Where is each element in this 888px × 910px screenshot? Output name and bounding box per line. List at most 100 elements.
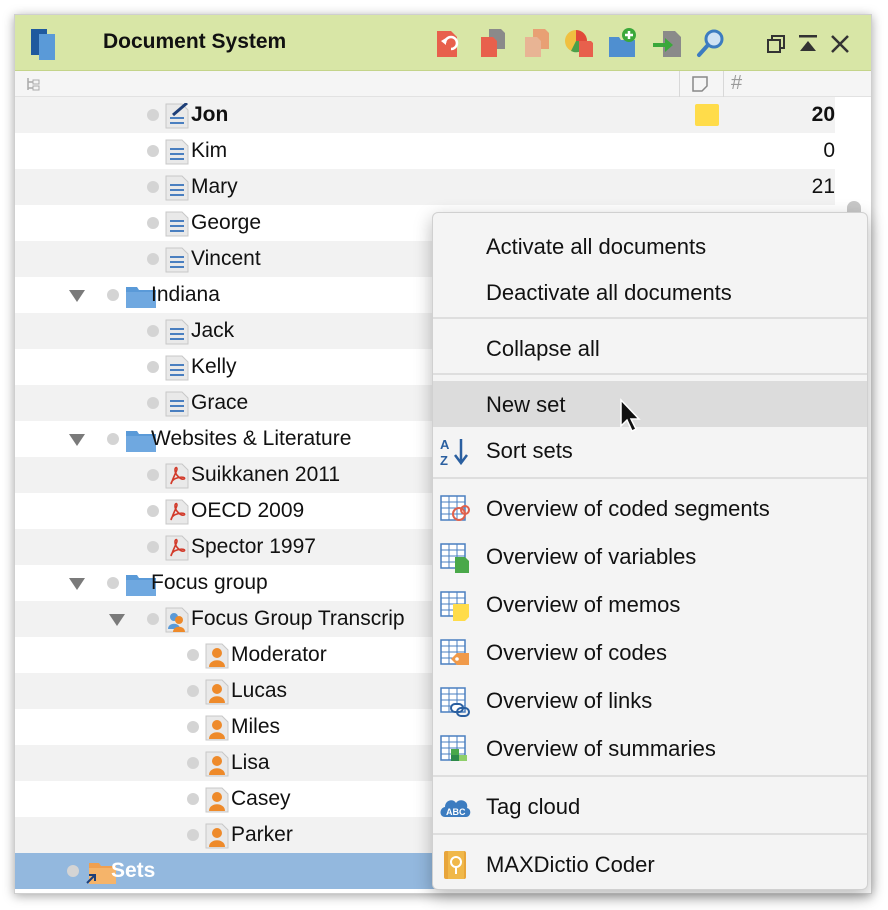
speaker-icon bbox=[205, 823, 229, 849]
tree-item-label: Spector 1997 bbox=[191, 535, 316, 558]
menu-item-label: Overview of links bbox=[486, 688, 653, 713]
tree-document-row[interactable]: Jon 20 bbox=[15, 97, 835, 133]
menu-item-label: New set bbox=[486, 392, 566, 417]
close-icon[interactable] bbox=[829, 33, 851, 55]
tree-item-label: Focus group bbox=[151, 571, 268, 594]
column-header: # bbox=[15, 71, 871, 97]
document-system-icon bbox=[31, 29, 55, 60]
search-icon[interactable] bbox=[695, 27, 727, 59]
speaker-icon bbox=[205, 787, 229, 813]
speaker-icon bbox=[205, 679, 229, 705]
column-divider bbox=[679, 71, 680, 97]
activation-dot[interactable] bbox=[147, 361, 159, 373]
document-chart-icon[interactable] bbox=[563, 27, 595, 59]
tree-item-label: Jack bbox=[191, 319, 235, 342]
menu-separator bbox=[433, 833, 867, 835]
hierarchy-icon[interactable] bbox=[25, 76, 41, 92]
expand-triangle-icon[interactable] bbox=[69, 434, 85, 446]
menu-item-label: Activate all documents bbox=[486, 234, 707, 259]
undo-document-icon[interactable] bbox=[433, 27, 465, 59]
memo-column-icon[interactable] bbox=[691, 75, 709, 93]
menu-item-maxdictio-coder[interactable]: MAXDictio Coder bbox=[433, 841, 867, 887]
menu-item-overview-of-coded-segments[interactable]: Overview of coded segments bbox=[433, 485, 867, 531]
restore-icon[interactable] bbox=[765, 33, 787, 55]
menu-item-label: Collapse all bbox=[486, 336, 600, 361]
menu-item-label: Sort sets bbox=[486, 438, 573, 463]
menu-item-collapse-all[interactable]: Collapse all bbox=[433, 325, 867, 371]
menu-item-overview-of-links[interactable]: Overview of links bbox=[433, 677, 867, 723]
activation-dot[interactable] bbox=[187, 829, 199, 841]
activation-dot[interactable] bbox=[187, 757, 199, 769]
menu-item-label: Overview of variables bbox=[486, 544, 697, 569]
activation-dot[interactable] bbox=[67, 865, 79, 877]
activation-dot[interactable] bbox=[147, 145, 159, 157]
activation-dot[interactable] bbox=[147, 325, 159, 337]
duplicate-document-icon[interactable] bbox=[477, 27, 509, 59]
speaker-icon bbox=[205, 751, 229, 777]
menu-item-label: MAXDictio Coder bbox=[486, 852, 655, 877]
activation-dot[interactable] bbox=[147, 181, 159, 193]
tree-item-label: Kim bbox=[191, 139, 228, 162]
menu-item-overview-of-variables[interactable]: Overview of variables bbox=[433, 533, 867, 579]
activation-dot[interactable] bbox=[147, 217, 159, 229]
summaries-table-icon bbox=[439, 733, 471, 765]
text-document-icon bbox=[165, 391, 189, 417]
tree-item-label: Vincent bbox=[191, 247, 261, 270]
menu-item-overview-of-summaries[interactable]: Overview of summaries bbox=[433, 725, 867, 771]
text-document-icon bbox=[165, 139, 189, 165]
sort-az-icon: AZ bbox=[439, 435, 471, 468]
tree-item-label: Websites & Literature bbox=[151, 427, 352, 450]
activation-dot[interactable] bbox=[147, 469, 159, 481]
tree-document-row[interactable]: Mary 21 bbox=[15, 169, 835, 205]
activation-dot[interactable] bbox=[147, 541, 159, 553]
tree-item-label: Grace bbox=[191, 391, 249, 414]
context-menu: Activate all documents Deactivate all doc… bbox=[432, 212, 868, 890]
new-folder-icon[interactable] bbox=[607, 27, 639, 59]
variables-table-icon bbox=[439, 541, 471, 573]
expand-triangle-icon[interactable] bbox=[69, 290, 85, 302]
expand-triangle-icon[interactable] bbox=[69, 578, 85, 590]
activation-dot[interactable] bbox=[187, 649, 199, 661]
column-divider bbox=[723, 71, 724, 97]
activation-dot[interactable] bbox=[147, 505, 159, 517]
collapse-icon[interactable] bbox=[797, 33, 819, 55]
menu-item-overview-of-codes[interactable]: Overview of codes bbox=[433, 629, 867, 675]
tree-item-label: Lisa bbox=[231, 751, 270, 774]
menu-item-sort-sets[interactable]: A Z Sort sets bbox=[433, 427, 867, 473]
menu-item-activate-all-documents[interactable]: Activate all documents bbox=[433, 223, 867, 269]
count-column-header[interactable]: # bbox=[731, 72, 742, 95]
memo-icon[interactable] bbox=[695, 104, 719, 126]
activation-dot[interactable] bbox=[147, 397, 159, 409]
activation-dot[interactable] bbox=[107, 577, 119, 589]
activation-dot[interactable] bbox=[107, 289, 119, 301]
activation-dot[interactable] bbox=[147, 613, 159, 625]
menu-item-new-set[interactable]: New set bbox=[433, 381, 867, 427]
activation-dot[interactable] bbox=[187, 793, 199, 805]
tree-item-label: Lucas bbox=[231, 679, 288, 702]
menu-item-label: Overview of coded segments bbox=[486, 496, 770, 521]
activation-dot[interactable] bbox=[107, 433, 119, 445]
tree-item-label: Miles bbox=[231, 715, 281, 738]
import-document-icon[interactable] bbox=[651, 27, 683, 59]
menu-item-overview-of-memos[interactable]: Overview of memos bbox=[433, 581, 867, 627]
coded-segment-count: 0 bbox=[823, 139, 835, 162]
copy-documents-icon[interactable] bbox=[521, 27, 553, 59]
activation-dot[interactable] bbox=[187, 721, 199, 733]
tree-item-label: Kelly bbox=[191, 355, 237, 378]
activation-dot[interactable] bbox=[147, 109, 159, 121]
menu-item-deactivate-all-documents[interactable]: Deactivate all documents bbox=[433, 269, 867, 315]
activation-dot[interactable] bbox=[147, 253, 159, 265]
tree-item-label: Mary bbox=[191, 175, 238, 198]
activation-dot[interactable] bbox=[187, 685, 199, 697]
tree-item-label: Focus Group Transcrip bbox=[191, 607, 405, 630]
tree-document-row[interactable]: Kim 0 bbox=[15, 133, 835, 169]
maxdictio-icon bbox=[439, 849, 471, 881]
menu-separator bbox=[433, 477, 867, 479]
menu-item-tag-cloud[interactable]: ABC Tag cloud bbox=[433, 783, 867, 829]
coded-segment-count: 21 bbox=[811, 175, 835, 198]
text-document-icon bbox=[165, 355, 189, 381]
pdf-document-icon bbox=[165, 463, 189, 489]
svg-text:Z: Z bbox=[440, 453, 448, 467]
tree-item-label: Sets bbox=[111, 859, 156, 882]
expand-triangle-icon[interactable] bbox=[109, 614, 125, 626]
